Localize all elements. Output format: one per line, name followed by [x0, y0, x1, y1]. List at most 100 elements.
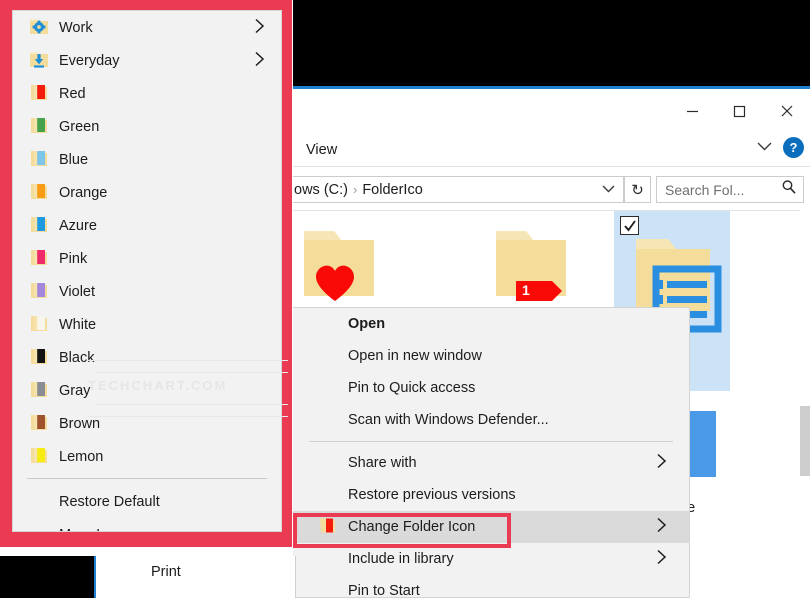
context-item-restore-previous-versions[interactable]: Restore previous versions — [293, 479, 689, 511]
context-item-label: Pin to Quick access — [348, 380, 476, 396]
submenu-item-restore-default[interactable]: Restore Default — [13, 485, 281, 518]
context-item-share-with[interactable]: Share with — [293, 447, 689, 479]
submenu-item-label: Pink — [59, 250, 88, 267]
submenu-item-pink[interactable]: Pink — [13, 242, 281, 275]
folder-color-white-icon — [29, 313, 49, 337]
submenu-item-red[interactable]: Red — [13, 77, 281, 110]
watermark-line-2 — [95, 372, 288, 373]
search-icon — [781, 179, 797, 200]
context-item-scan-defender[interactable]: Scan with Windows Defender... — [293, 404, 689, 436]
context-item-label: Restore previous versions — [348, 487, 516, 503]
submenu-separator — [27, 478, 267, 479]
folder-color-azure-icon — [29, 214, 49, 238]
context-item-open-new-window[interactable]: Open in new window — [293, 340, 689, 372]
breadcrumb-drive[interactable]: ows (C:) — [293, 182, 348, 198]
minimize-icon — [687, 110, 698, 112]
address-bar[interactable]: ows (C:) › FolderIco — [293, 176, 624, 203]
folder-number-1-red-icon: 1 — [496, 231, 566, 301]
context-item-print[interactable]: Print — [151, 564, 181, 580]
ribbon-expand-button[interactable] — [756, 139, 773, 157]
chevron-right-icon — [254, 50, 265, 71]
watermark-line-bottom — [88, 416, 288, 417]
submenu-item-lemon[interactable]: Lemon — [13, 440, 281, 473]
submenu-item-green[interactable]: Green — [13, 110, 281, 143]
breadcrumb-separator: › — [352, 182, 358, 197]
selection-checkbox[interactable] — [620, 216, 639, 235]
submenu-item-label: Orange — [59, 184, 108, 201]
chevron-down-icon — [757, 142, 772, 150]
svg-text:1: 1 — [522, 282, 530, 298]
context-item-label: Include in library — [348, 551, 454, 567]
maximize-icon — [733, 105, 746, 117]
chevron-right-icon — [656, 453, 667, 474]
submenu-item-blue[interactable]: Blue — [13, 143, 281, 176]
ribbon-tab-bar: View ? — [293, 133, 810, 167]
folder-gear-blue-icon — [29, 16, 49, 40]
submenu-item-brown[interactable]: Brown — [13, 407, 281, 440]
submenu-item-label: Black — [59, 349, 95, 366]
folder-download-blue-icon — [29, 49, 49, 73]
submenu-item-label: White — [59, 316, 97, 333]
context-item-label: Open in new window — [348, 348, 482, 364]
desktop-corner-accent — [94, 556, 96, 598]
folder-item-numbered[interactable]: 1 — [478, 217, 584, 314]
folder-color-lemon-icon — [29, 445, 49, 469]
submenu-item-more-icons[interactable]: More Icons — [13, 518, 281, 532]
folder-color-gray-icon — [29, 379, 49, 403]
folder-color-green-icon — [29, 115, 49, 139]
scrollbar-thumb[interactable] — [800, 406, 810, 476]
submenu-item-label: Work — [59, 19, 93, 36]
search-box[interactable]: Search Fol... — [656, 176, 804, 203]
maximize-button[interactable] — [716, 89, 763, 133]
context-item-pin-quick-access[interactable]: Pin to Quick access — [293, 372, 689, 404]
submenu-item-gray[interactable]: Gray — [13, 374, 281, 407]
minimize-button[interactable] — [669, 89, 716, 133]
submenu-item-violet[interactable]: Violet — [13, 275, 281, 308]
explorer-context-menu: Open Open in new window Pin to Quick acc… — [293, 307, 690, 598]
folder-color-brown-icon — [29, 412, 49, 436]
screenshot-root: View ? ows (C:) › FolderIco ↻ Search Fol… — [0, 0, 810, 598]
refresh-button[interactable]: ↻ — [624, 176, 651, 203]
submenu-item-label: Gray — [59, 382, 91, 399]
tab-view[interactable]: View — [300, 140, 343, 160]
chevron-down-icon — [602, 185, 615, 192]
vertical-scrollbar[interactable] — [800, 210, 810, 598]
submenu-item-everyday[interactable]: Everyday — [13, 44, 281, 77]
context-item-open[interactable]: Open — [293, 308, 689, 340]
submenu-item-azure[interactable]: Azure — [13, 209, 281, 242]
ribbon-right-controls: ? — [756, 137, 804, 158]
desktop-background-band — [293, 0, 810, 86]
submenu-item-label: Brown — [59, 415, 101, 432]
search-input[interactable]: Search Fol... — [665, 182, 744, 198]
context-item-label: Scan with Windows Defender... — [348, 412, 549, 428]
folder-color-black-icon — [29, 346, 49, 370]
context-item-label: Open — [348, 316, 386, 332]
folder-item-heart[interactable] — [293, 217, 392, 314]
submenu-item-white[interactable]: White — [13, 308, 281, 341]
close-button[interactable] — [763, 89, 810, 133]
breadcrumb-current[interactable]: FolderIco — [362, 182, 422, 198]
help-button[interactable]: ? — [783, 137, 804, 158]
watermark-line-3 — [95, 404, 288, 405]
submenu-item-orange[interactable]: Orange — [13, 176, 281, 209]
submenu-item-black[interactable]: Black — [13, 341, 281, 374]
submenu-item-label: Red — [59, 85, 86, 102]
folder-color-red-icon — [29, 82, 49, 106]
folder-color-blue-icon — [29, 148, 49, 172]
folder-red-icon — [319, 516, 336, 539]
submenu-item-label: Green — [59, 118, 100, 135]
submenu-item-work[interactable]: Work — [13, 11, 281, 44]
close-icon — [781, 105, 792, 117]
context-item-label: Change Folder Icon — [348, 519, 476, 535]
folder-icon-submenu: Work Everyday Red Green Blue Orange Azur… — [12, 10, 282, 532]
context-item-change-folder-icon[interactable]: Change Folder Icon — [293, 511, 689, 543]
submenu-item-label: Restore Default — [59, 493, 160, 510]
explorer-titlebar — [293, 89, 810, 133]
context-item-label: Share with — [348, 455, 417, 471]
address-dropdown-button[interactable] — [601, 182, 616, 198]
submenu-item-label: Azure — [59, 217, 97, 234]
context-item-pin-to-start[interactable]: Pin to Start — [293, 575, 689, 597]
submenu-item-label: Everyday — [59, 52, 120, 69]
chevron-right-icon — [656, 517, 667, 538]
context-item-include-in-library[interactable]: Include in library — [293, 543, 689, 575]
